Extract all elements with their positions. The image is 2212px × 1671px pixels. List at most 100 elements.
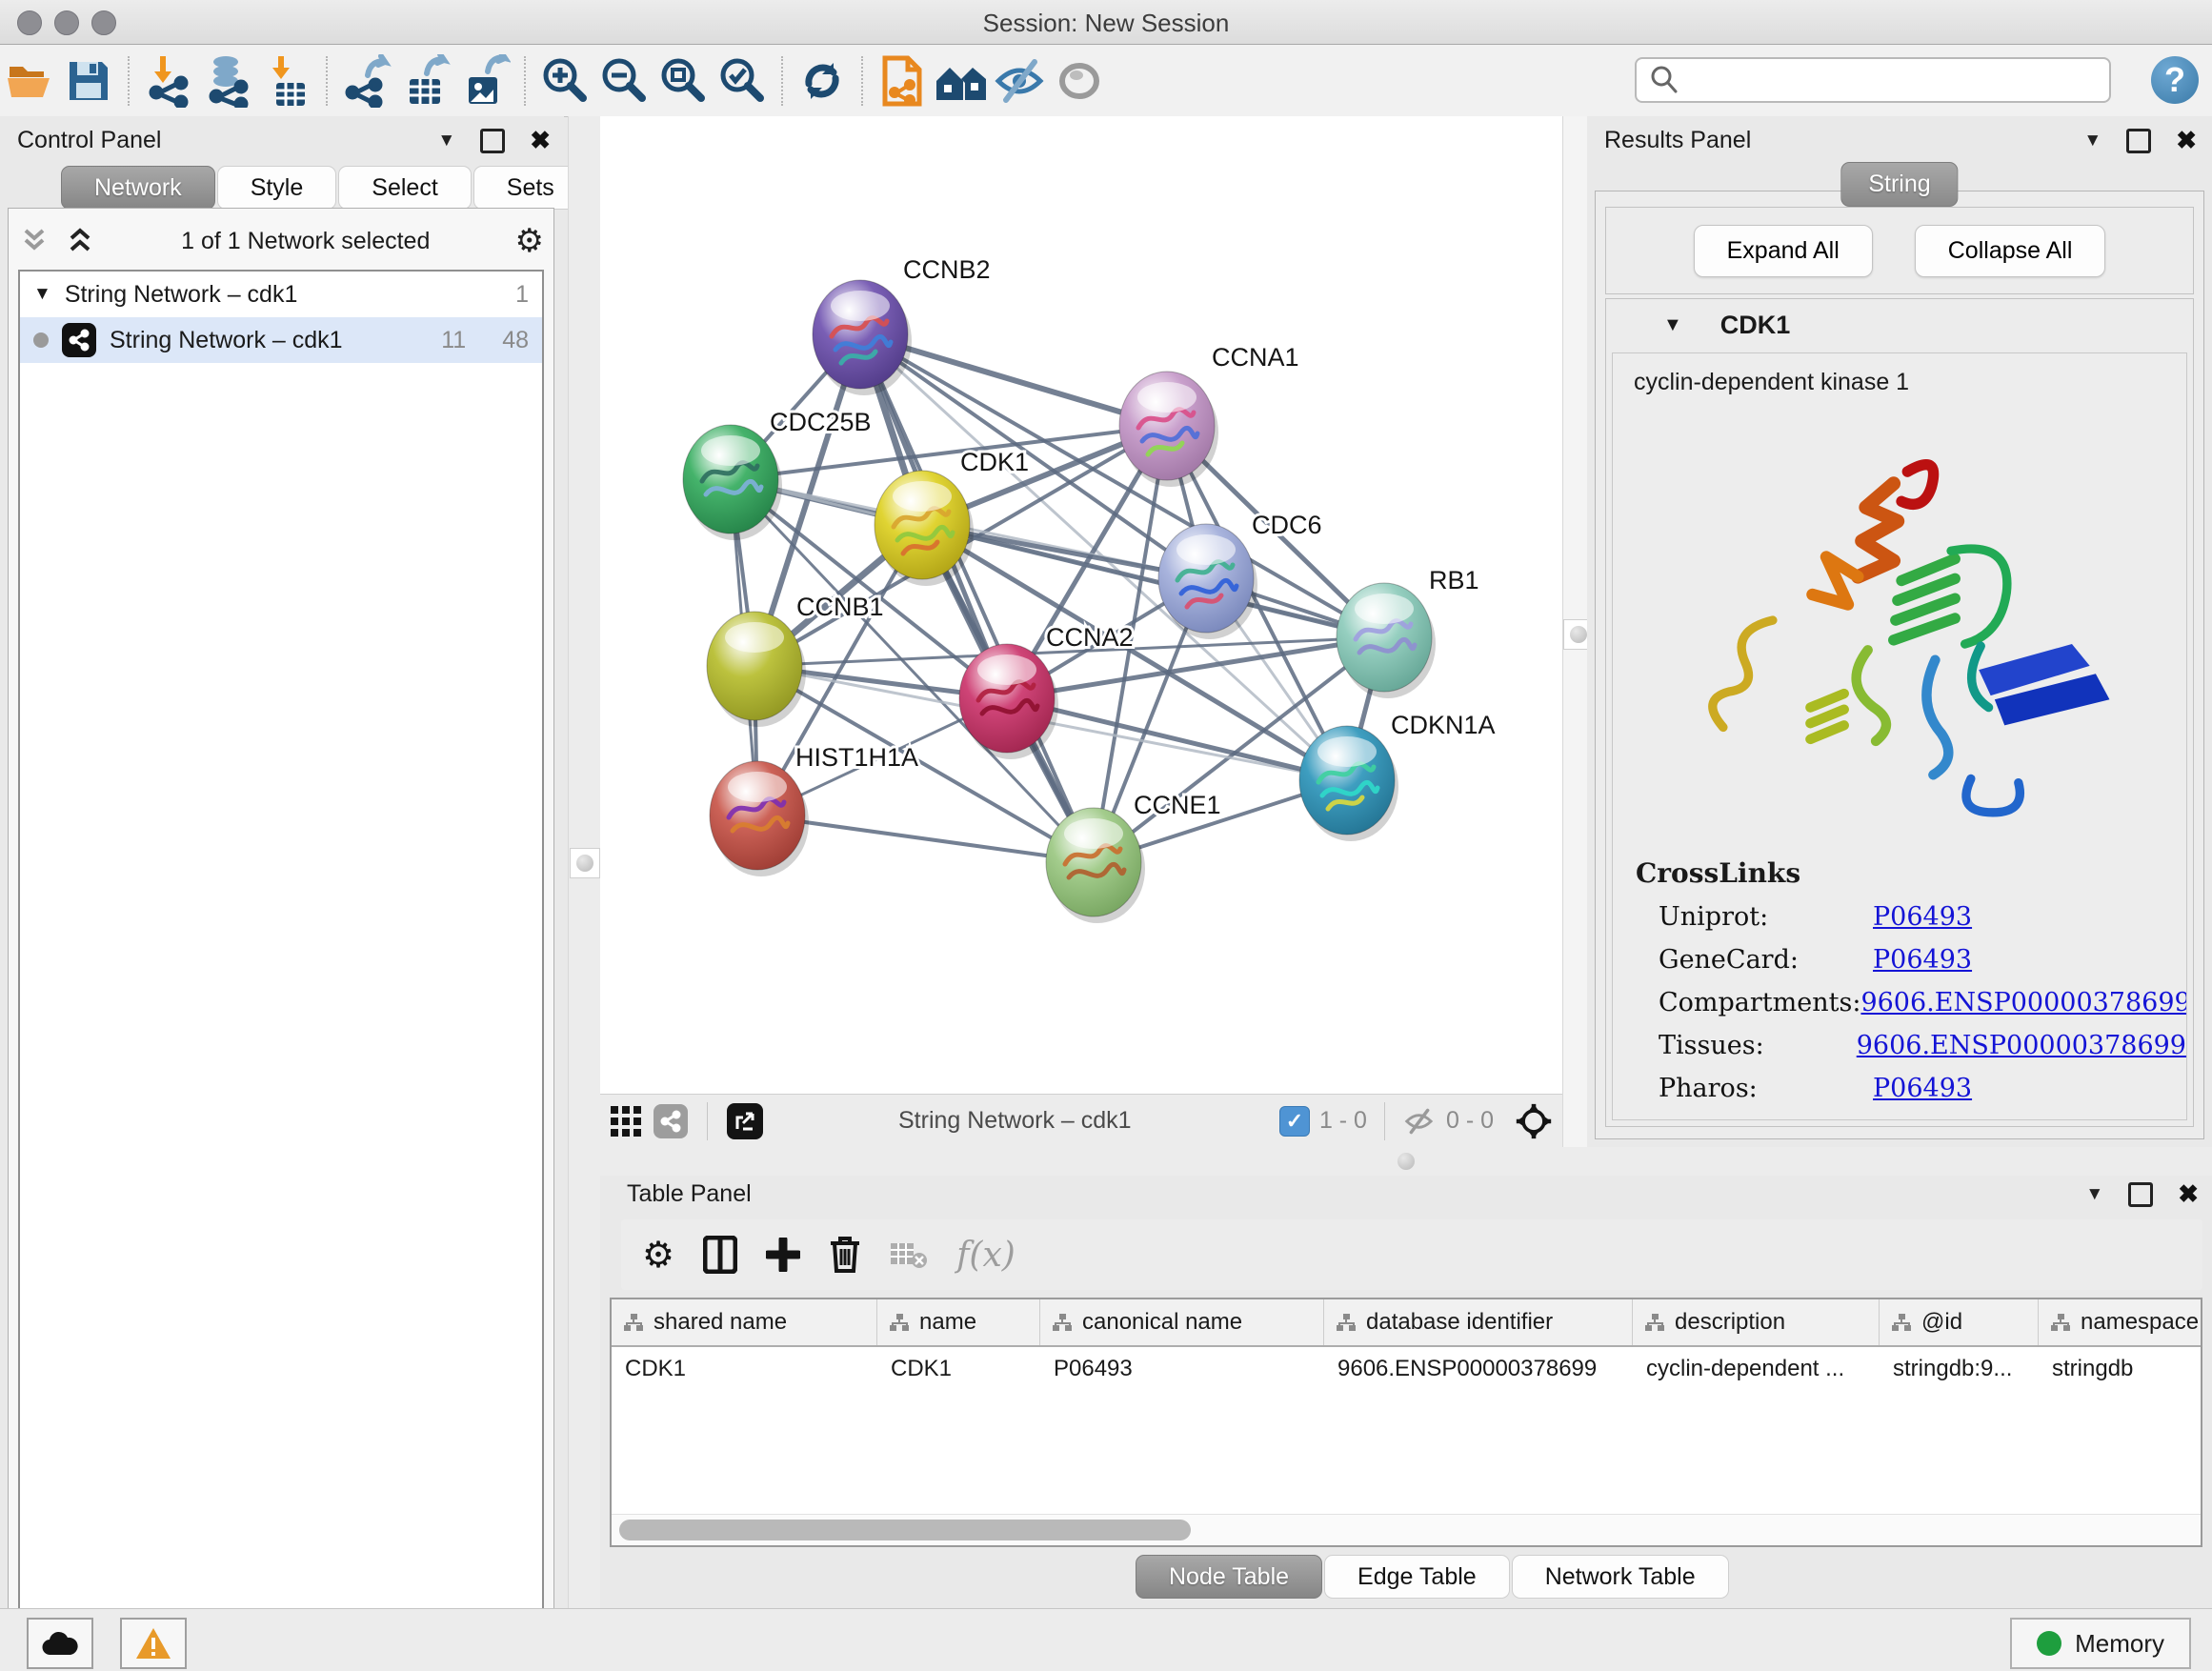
crosslink-link[interactable]: P06493 <box>1873 945 1972 975</box>
zoom-selected-button[interactable] <box>713 52 772 110</box>
network-row-selected[interactable]: String Network – cdk1 11 48 <box>20 317 542 363</box>
node-RB1[interactable] <box>1337 583 1436 698</box>
panel-menu-icon[interactable]: ▼ <box>437 131 455 151</box>
column-header[interactable]: shared name <box>612 1299 877 1345</box>
node-HIST1H1A[interactable] <box>710 761 809 876</box>
gene-section-expander-icon[interactable]: ▼ <box>1663 314 1682 336</box>
import-network-database-button[interactable] <box>198 52 257 110</box>
gene-symbol: CDK1 <box>1720 311 1791 340</box>
control-panel-tabs: Network Style Select Sets <box>61 166 590 210</box>
save-session-button[interactable] <box>59 52 118 110</box>
panel-menu-icon[interactable]: ▼ <box>2085 1184 2103 1205</box>
network-collection-row[interactable]: ▼ String Network – cdk1 1 <box>20 272 542 317</box>
birds-eye-toggle-icon[interactable] <box>1515 1102 1553 1140</box>
panel-float-icon[interactable] <box>2126 129 2151 153</box>
home-networks-button[interactable] <box>932 52 991 110</box>
import-network-file-button[interactable] <box>139 52 198 110</box>
show-columns-icon[interactable] <box>703 1236 737 1274</box>
node-CCNE1[interactable] <box>1046 808 1145 923</box>
crosslink-link[interactable]: 9606.ENSP00000378699 <box>1860 988 2187 1017</box>
tree-expander-icon[interactable]: ▼ <box>33 284 51 305</box>
memory-button[interactable]: Memory <box>2010 1618 2191 1669</box>
cloud-status-button[interactable] <box>27 1618 93 1669</box>
horizontal-splitter-handle[interactable] <box>1392 1147 1420 1176</box>
main-toolbar: ? <box>0 45 2212 117</box>
edge-CCNB2-CCNE1[interactable] <box>860 334 1094 862</box>
import-table-file-button[interactable] <box>257 52 316 110</box>
collapse-all-button[interactable]: Collapse All <box>1915 225 2106 277</box>
tab-string[interactable]: String <box>1840 162 1958 207</box>
title-bar: Session: New Session <box>0 0 2212 45</box>
horizontal-splitter[interactable] <box>600 1147 2212 1176</box>
column-header[interactable]: description <box>1633 1299 1880 1345</box>
crosslink-link[interactable]: 9606.ENSP00000378699 <box>1857 1031 2186 1060</box>
refresh-button[interactable] <box>793 52 852 110</box>
panel-menu-icon[interactable]: ▼ <box>2083 131 2101 151</box>
table-row[interactable]: CDK1 CDK1 P06493 9606.ENSP00000378699 cy… <box>612 1347 2201 1391</box>
horizontal-scrollbar[interactable] <box>612 1514 2201 1545</box>
column-header[interactable]: @id <box>1880 1299 2039 1345</box>
expand-all-icon[interactable] <box>64 227 96 255</box>
tab-network[interactable]: Network <box>61 166 215 210</box>
left-splitter-handle[interactable] <box>570 848 600 878</box>
column-header[interactable]: canonical name <box>1040 1299 1324 1345</box>
collapse-all-icon[interactable] <box>18 227 50 255</box>
eye-icon <box>1054 56 1105 106</box>
search-icon <box>1648 64 1680 96</box>
node-CCNB2[interactable] <box>813 280 912 395</box>
export-network-button[interactable] <box>337 52 396 110</box>
network-options-gear-icon[interactable]: ⚙ <box>515 222 544 260</box>
node-CDK1[interactable] <box>875 471 974 586</box>
help-button[interactable]: ? <box>2151 56 2199 104</box>
panel-close-icon[interactable]: ✖ <box>2178 1179 2199 1209</box>
toolbar-separator <box>781 56 783 106</box>
delete-column-icon[interactable] <box>829 1236 861 1274</box>
crosslink-link[interactable]: P06493 <box>1873 1074 1972 1103</box>
add-column-icon[interactable] <box>766 1238 800 1272</box>
column-header[interactable]: name <box>877 1299 1040 1345</box>
network-share-view-icon[interactable] <box>654 1104 688 1138</box>
open-session-button[interactable] <box>0 52 59 110</box>
function-builder-icon: f(x) <box>956 1236 1016 1275</box>
left-splitter[interactable] <box>568 116 602 1608</box>
grid-view-icon[interactable] <box>610 1105 642 1137</box>
zoom-out-button[interactable] <box>594 52 654 110</box>
panel-close-icon[interactable]: ✖ <box>2176 126 2197 155</box>
zoom-in-button[interactable] <box>535 52 594 110</box>
node-CDC25B[interactable] <box>683 425 782 540</box>
export-image-button[interactable] <box>455 52 514 110</box>
window-title: Session: New Session <box>0 9 2212 38</box>
table-settings-gear-icon[interactable]: ⚙ <box>642 1234 674 1277</box>
crosslink-link[interactable]: P06493 <box>1873 902 1972 932</box>
tab-select[interactable]: Select <box>338 166 471 210</box>
export-table-button[interactable] <box>396 52 455 110</box>
column-header[interactable]: namespace <box>2039 1299 2201 1345</box>
zoom-fit-button[interactable] <box>654 52 713 110</box>
detach-view-icon[interactable] <box>727 1103 763 1139</box>
string-import-button[interactable] <box>873 52 932 110</box>
node-CDKN1A[interactable] <box>1299 726 1398 841</box>
scrollbar-thumb[interactable] <box>619 1520 1191 1540</box>
hide-selected-button[interactable] <box>991 52 1050 110</box>
search-box[interactable] <box>1635 57 2111 103</box>
tab-network-table[interactable]: Network Table <box>1512 1555 1729 1599</box>
column-header[interactable]: database identifier <box>1324 1299 1633 1345</box>
node-CCNA1[interactable] <box>1119 372 1218 487</box>
memory-label: Memory <box>2075 1629 2164 1659</box>
search-input[interactable] <box>1680 66 2109 94</box>
panel-float-icon[interactable] <box>2128 1182 2153 1207</box>
tab-node-table[interactable]: Node Table <box>1136 1555 1322 1599</box>
tab-style[interactable]: Style <box>217 166 337 210</box>
warnings-button[interactable] <box>120 1618 187 1669</box>
tab-edge-table[interactable]: Edge Table <box>1324 1555 1510 1599</box>
panel-float-icon[interactable] <box>480 129 505 153</box>
crosslink-label: Compartments: <box>1659 988 1860 1017</box>
show-all-button[interactable] <box>1050 52 1109 110</box>
network-canvas[interactable]: CCNB2CCNA1CDC25BCDK1CDC6RB1CCNB1CCNA2CDK… <box>600 116 1562 1094</box>
node-CCNA2[interactable] <box>959 644 1058 759</box>
node-table[interactable]: shared name name canonical name database… <box>610 1298 2202 1547</box>
expand-all-button[interactable]: Expand All <box>1694 225 1873 277</box>
node-CCNB1[interactable] <box>707 612 806 727</box>
selected-checkbox-icon[interactable]: ✓ <box>1279 1106 1310 1137</box>
panel-close-icon[interactable]: ✖ <box>530 126 551 155</box>
